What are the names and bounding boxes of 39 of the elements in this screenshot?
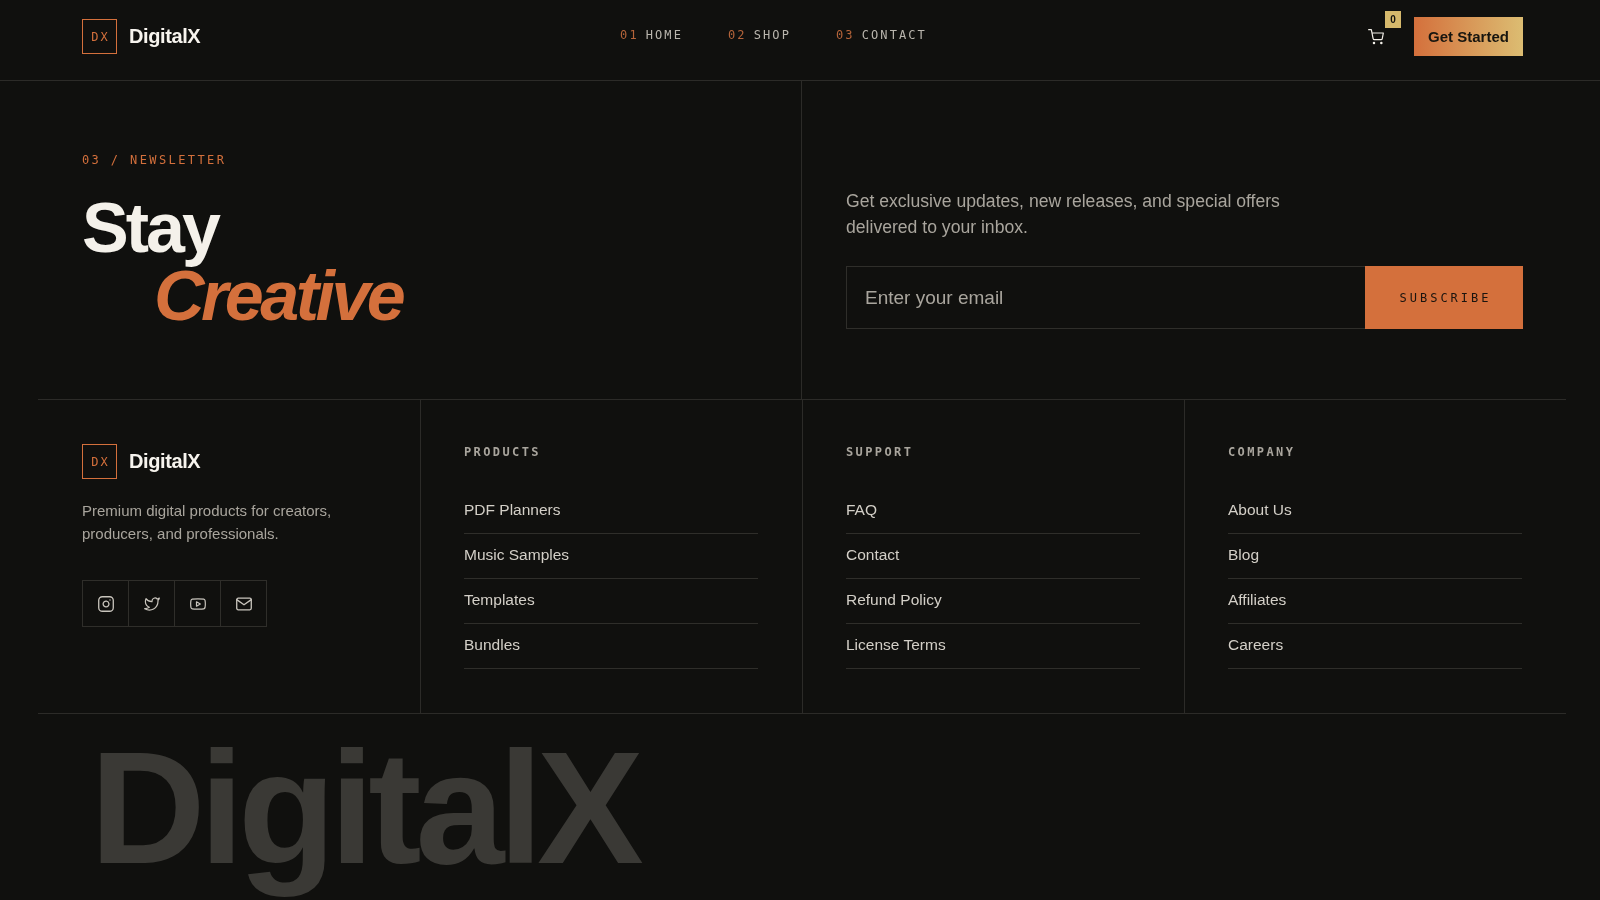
cart-count-badge: 0 bbox=[1385, 10, 1401, 28]
brand-name: DigitalX bbox=[129, 450, 201, 473]
email-field[interactable]: Enter your email bbox=[846, 266, 1365, 329]
footer-link[interactable]: Music Samples bbox=[464, 534, 758, 579]
footer-link[interactable]: License Terms bbox=[846, 624, 1140, 669]
brand-tagline: Premium digital products for creators, producers, and professionals. bbox=[82, 501, 333, 544]
nav-link[interactable]: 02 SHOP bbox=[728, 28, 791, 42]
column-heading: SUPPORT bbox=[846, 444, 914, 460]
footer-link[interactable]: Contact bbox=[846, 534, 1140, 579]
footer-link[interactable]: Templates bbox=[464, 579, 758, 624]
social-link[interactable] bbox=[220, 580, 267, 627]
nav-link[interactable]: 03 CONTACT bbox=[836, 28, 927, 42]
social-link[interactable] bbox=[82, 580, 129, 627]
get-started-button[interactable]: Get Started bbox=[1414, 17, 1523, 56]
footer-link[interactable]: Refund Policy bbox=[846, 579, 1140, 624]
footer-link[interactable]: Affiliates bbox=[1228, 579, 1522, 624]
social-link[interactable] bbox=[174, 580, 221, 627]
footer-link[interactable]: Bundles bbox=[464, 624, 758, 669]
newsletter-description: Get exclusive updates, new releases, and special offers delivered to your inbox. bbox=[846, 190, 1281, 239]
footer-link[interactable]: FAQ bbox=[846, 489, 1140, 534]
bird-icon bbox=[143, 595, 160, 612]
footer-link[interactable]: PDF Planners bbox=[464, 489, 758, 534]
footer-link[interactable]: Careers bbox=[1228, 624, 1522, 669]
cart-icon bbox=[1368, 28, 1384, 45]
subscribe-button[interactable]: SUBSCRIBE bbox=[1365, 266, 1523, 329]
logo-mark: DX bbox=[82, 444, 117, 479]
section-label: 03 / NEWSLETTER bbox=[82, 152, 227, 168]
column-heading: COMPANY bbox=[1228, 444, 1296, 460]
envelope-icon bbox=[235, 595, 252, 612]
column-heading: PRODUCTS bbox=[464, 444, 541, 460]
logo-mark[interactable]: DX bbox=[82, 19, 117, 54]
cart-button[interactable] bbox=[1368, 28, 1384, 45]
play-icon bbox=[189, 595, 206, 612]
camera-icon bbox=[97, 595, 114, 612]
brand-name[interactable]: DigitalX bbox=[129, 25, 201, 48]
footer-link[interactable]: About Us bbox=[1228, 489, 1522, 534]
social-link[interactable] bbox=[128, 580, 175, 627]
nav-link[interactable]: 01 HOME bbox=[620, 28, 684, 42]
footer-link[interactable]: Blog bbox=[1228, 534, 1522, 579]
